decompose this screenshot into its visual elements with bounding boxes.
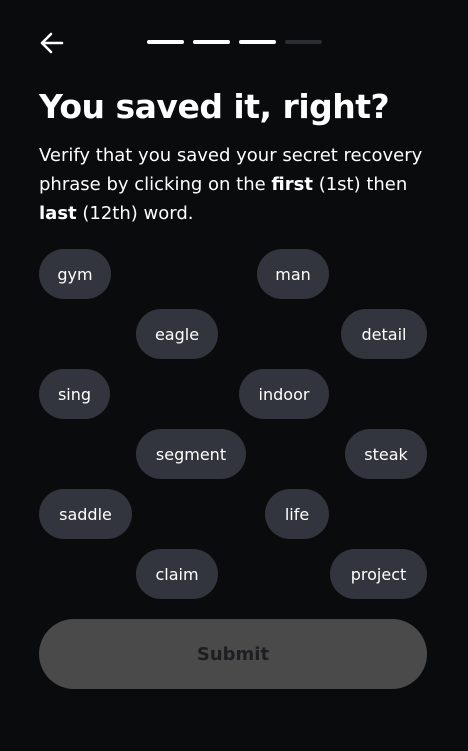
word-chip[interactable]: gym: [39, 249, 111, 299]
instructions-text: (12th) word.: [76, 203, 194, 224]
word-chip[interactable]: project: [330, 549, 427, 599]
progress-step-1: [147, 40, 184, 44]
word-chip[interactable]: steak: [345, 429, 427, 479]
instructions-emphasis-last: last: [39, 203, 77, 224]
progress-indicator: [147, 40, 322, 44]
progress-step-4: [285, 40, 322, 44]
progress-step-3: [239, 40, 276, 44]
word-chip[interactable]: segment: [136, 429, 246, 479]
page-title: You saved it, right?: [39, 87, 390, 126]
instructions-emphasis-first: first: [271, 174, 313, 195]
word-chip[interactable]: man: [257, 249, 329, 299]
word-chip[interactable]: eagle: [136, 309, 218, 359]
instructions-text: (1st) then: [312, 174, 408, 195]
word-chip[interactable]: life: [265, 489, 329, 539]
word-chip[interactable]: sing: [39, 369, 110, 419]
instructions: Verify that you saved your secret recove…: [39, 141, 439, 228]
back-button[interactable]: [38, 30, 66, 56]
word-chip[interactable]: claim: [136, 549, 218, 599]
arrow-left-icon: [40, 32, 64, 54]
word-chip[interactable]: saddle: [39, 489, 132, 539]
word-chip[interactable]: indoor: [239, 369, 329, 419]
submit-button[interactable]: Submit: [39, 619, 427, 689]
progress-step-2: [193, 40, 230, 44]
word-chip[interactable]: detail: [341, 309, 427, 359]
